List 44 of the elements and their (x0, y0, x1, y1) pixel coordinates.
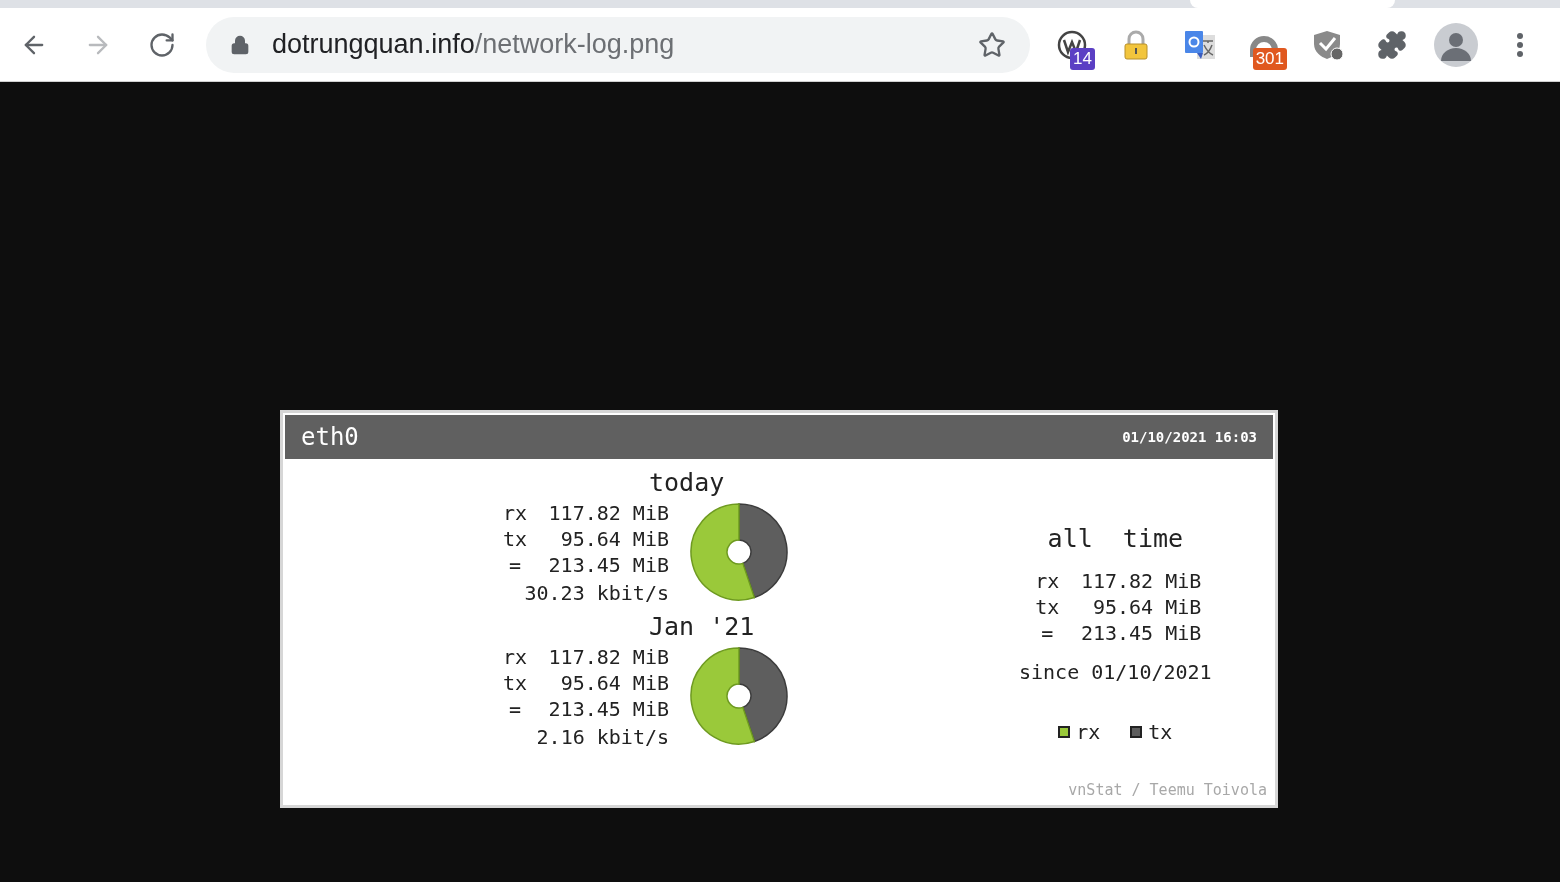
puzzle-icon (1377, 29, 1407, 60)
stat-value: 95.64 MiB (559, 527, 669, 551)
count-badge: 14 (1070, 47, 1095, 70)
stat-label: rx (501, 501, 529, 525)
count-badge: 301 (1252, 47, 1287, 70)
since-date: since 01/10/2021 (1019, 659, 1212, 686)
all-time-title: all time (1047, 523, 1184, 555)
stat-label: tx (1034, 595, 1061, 619)
timestamp: 01/10/2021 16:03 (1122, 427, 1257, 447)
interface-name: eth0 (301, 422, 359, 453)
period-title: today (649, 467, 726, 499)
stat-label: rx (501, 645, 529, 669)
menu-icon (1517, 32, 1523, 57)
extension-button[interactable]: 14 (1040, 16, 1104, 73)
stat-value: 117.82 MiB (547, 645, 669, 669)
stat-value: 117.82 MiB (1079, 569, 1202, 593)
stat-label: = (507, 553, 522, 577)
address-bar[interactable]: dotrungquan.info/network-log.png (206, 16, 1030, 73)
stat-value: 95.64 MiB (559, 671, 669, 695)
stat-value: 213.45 MiB (547, 697, 669, 721)
legend-label: rx (1076, 719, 1101, 746)
shield-icon (1312, 28, 1344, 61)
stat-label: rx (1034, 569, 1061, 593)
stat-value: 213.45 MiB (1079, 621, 1202, 645)
bookmark-star-icon[interactable] (978, 30, 1006, 59)
lock-icon (230, 34, 250, 55)
credit-text: vnStat / Teemu Toivola (1068, 779, 1267, 801)
legend-label: tx (1148, 719, 1173, 746)
stat-label: = (1040, 621, 1055, 645)
stat-value: 117.82 MiB (547, 501, 669, 525)
stat-label: = (507, 697, 522, 721)
rate-value: 30.23 kbit/s (524, 581, 669, 605)
avatar-icon (1434, 22, 1478, 67)
period-title: Jan '21 (649, 611, 756, 643)
extension-button[interactable]: 301 (1232, 16, 1296, 73)
stat-label: tx (501, 671, 529, 695)
stat-label: tx (501, 527, 529, 551)
translate-icon (1183, 28, 1217, 61)
rate-value: 2.16 kbit/s (536, 725, 669, 749)
url-text: dotrungquan.info/network-log.png (272, 28, 675, 62)
stat-value: 213.45 MiB (547, 553, 669, 577)
reload-icon (148, 30, 176, 59)
padlock-icon (1122, 29, 1150, 60)
stat-value: 95.64 MiB (1091, 595, 1202, 619)
